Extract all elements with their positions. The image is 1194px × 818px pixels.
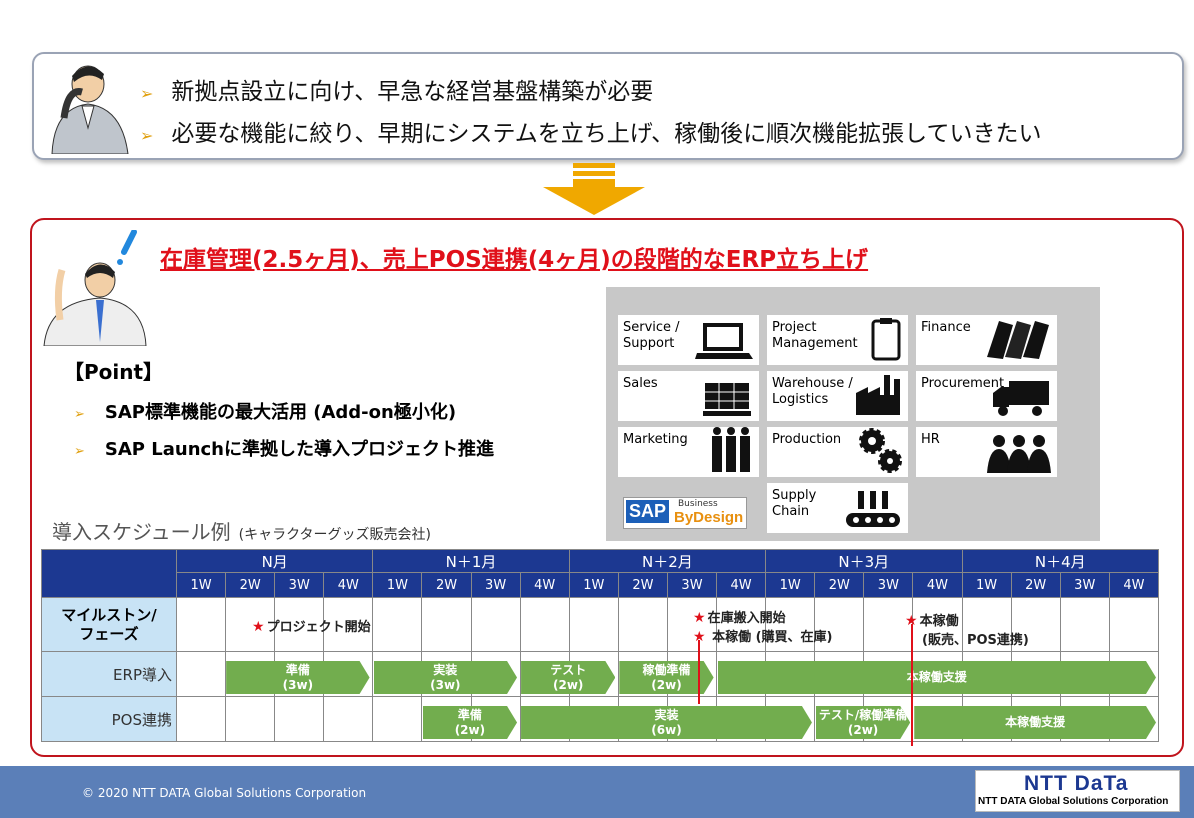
milestone-go-live-2: ★ 本稼働 [905, 613, 959, 629]
factory-icon [856, 375, 900, 415]
week-header: 4W [1108, 572, 1160, 598]
pos-phase-bar: 実装 (6w) [521, 706, 812, 739]
module-finance: Finance [916, 315, 1057, 365]
concern-bullet-2: ➢ 必要な機能に絞り、早期にシステムを立ち上げ、稼働後に順次機能拡張していきたい [140, 121, 1042, 147]
pos-phase-bar: 準備 (2w) [423, 706, 517, 739]
week-header: 4W [323, 572, 374, 598]
row-label-milestone: マイルストン/ フェーズ [41, 597, 177, 652]
pos-phase-bar: 本稼働支援 [914, 706, 1156, 739]
laptop-icon [695, 323, 753, 359]
arrow-bullet-icon: ➢ [140, 126, 154, 145]
module-production: Production [767, 427, 908, 477]
milestone-stock-in: ★ 在庫搬入開始 [693, 610, 786, 626]
erp-phase-bar: 本稼働支援 [718, 661, 1156, 694]
milestone-project-start: ★ プロジェクト開始 [252, 619, 371, 635]
arrow-bullet-icon: ➢ [74, 407, 85, 422]
week-header: 1W [568, 572, 619, 598]
week-header: 3W [1059, 572, 1110, 598]
week-header: 4W [716, 572, 767, 598]
module-hr: HR [916, 427, 1057, 477]
week-header: 4W [519, 572, 570, 598]
week-header: 1W [961, 572, 1012, 598]
concern-bullet-1: ➢ 新拠点設立に向け、早急な経営基盤構築が必要 [140, 79, 654, 105]
star-icon: ★ [693, 610, 706, 626]
arrow-bullet-icon: ➢ [74, 444, 85, 459]
week-header: 3W [470, 572, 521, 598]
clipboard-icon [871, 318, 901, 361]
module-procurement: Procurement [916, 371, 1057, 421]
point-item-1: ➢ SAP標準機能の最大活用 (Add-on極小化) [74, 402, 457, 423]
week-header: 3W [274, 572, 325, 598]
week-header: 2W [225, 572, 276, 598]
week-header: 3W [666, 572, 718, 598]
team-icon [987, 435, 1051, 473]
week-header: 1W [765, 572, 816, 598]
week-header: 3W [863, 572, 914, 598]
point-title: 【Point】 [64, 360, 164, 384]
sap-bydesign-logo: SAP Business ByDesign [623, 497, 747, 529]
module-sales: Sales [618, 371, 759, 421]
milestone-go-live-2-scope: (販売、POS連携) [922, 633, 1029, 648]
people-icon [712, 427, 750, 472]
star-icon: ★ [252, 619, 265, 635]
erp-phase-bar: 実装 (3w) [374, 661, 517, 694]
truck-icon [993, 381, 1049, 416]
thinking-man-icon [51, 65, 129, 154]
go-live-line [698, 640, 700, 704]
module-supply-chain: Supply Chain [767, 483, 908, 533]
gears-icon [859, 428, 902, 473]
month-header: N＋2月 [568, 549, 767, 573]
module-service-support: Service / Support [618, 315, 759, 365]
ntt-data-logo: NTT DaTa NTT DATA Global Solutions Corpo… [975, 770, 1180, 812]
month-header: N月 [175, 549, 374, 573]
conveyor-icon [846, 491, 900, 527]
week-header: 2W [617, 572, 668, 598]
cargo-pallet-icon [703, 383, 751, 416]
month-header: N＋4月 [961, 549, 1159, 573]
copyright: © 2020 NTT DATA Global Solutions Corpora… [82, 786, 367, 800]
erp-phase-bar: 準備 (3w) [226, 661, 369, 694]
row-label-erp: ERP導入 [41, 651, 177, 697]
idea-man-icon [43, 230, 147, 346]
point-item-2: ➢ SAP Launchに準拠した導入プロジェクト推進 [74, 439, 494, 460]
down-arrow-icon [543, 163, 645, 215]
header-corner [41, 549, 177, 598]
milestone-go-live-1: ★ 本稼働 (購買、在庫) [693, 629, 833, 645]
week-header: 1W [372, 572, 423, 598]
schedule-title: 導入スケジュール例 (キャラクターグッズ販売会社) [52, 520, 431, 544]
pos-phase-bar: テスト/稼働準備 (2w) [816, 706, 910, 739]
module-panel: Service / Support Project Management Fin… [606, 287, 1100, 541]
module-project-management: Project Management [767, 315, 908, 365]
arrow-bullet-icon: ➢ [140, 84, 154, 103]
week-header: 4W [912, 572, 963, 598]
erp-phase-bar: テスト (2w) [521, 661, 615, 694]
headline: 在庫管理(2.5ヶ月)、売上POS連携(4ヶ月)の段階的なERP立ち上げ [160, 247, 869, 273]
week-header: 2W [421, 572, 472, 598]
module-marketing: Marketing [618, 427, 759, 477]
month-header: N＋3月 [765, 549, 963, 573]
row-label-pos: POS連携 [41, 696, 177, 742]
module-warehouse-logistics: Warehouse / Logistics [767, 371, 908, 421]
week-header: 1W [175, 572, 227, 598]
banknotes-icon [987, 321, 1049, 359]
week-header: 2W [1010, 572, 1061, 598]
week-header: 2W [814, 572, 865, 598]
go-live-line [911, 624, 913, 746]
month-header: N＋1月 [372, 549, 570, 573]
